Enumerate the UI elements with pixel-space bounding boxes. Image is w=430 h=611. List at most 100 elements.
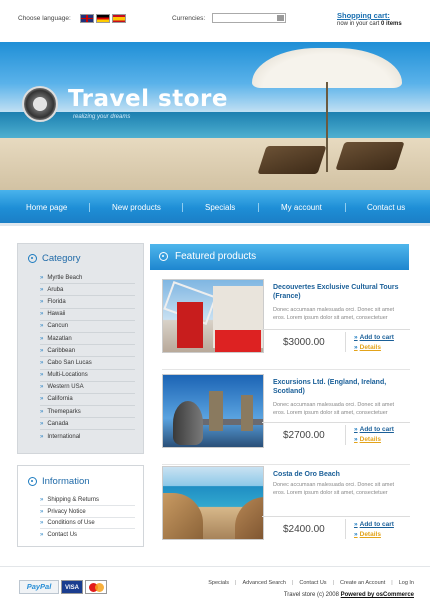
copyright: Travel store (c) 2008 Powered by osComme… <box>283 592 414 598</box>
category-item[interactable]: » Florida <box>40 296 135 309</box>
category-item[interactable]: » Myrtle Beach <box>40 272 135 285</box>
compass-icon <box>22 86 58 122</box>
uk-flag-icon[interactable] <box>80 14 94 23</box>
category-item[interactable]: » California <box>40 394 135 407</box>
information-item[interactable]: » Privacy Notice <box>40 506 135 518</box>
double-arrow-icon: » <box>354 334 358 341</box>
double-arrow-icon: » <box>40 274 44 281</box>
deck-chair-image <box>257 146 327 174</box>
details-link[interactable]: » Details <box>354 531 381 538</box>
paypal-logo: PayPal <box>19 580 59 594</box>
category-item[interactable]: » Mazatlan <box>40 333 135 346</box>
bullet-circle-icon <box>159 252 168 261</box>
product-name[interactable]: Costa de Oro Beach <box>273 470 413 479</box>
site-tagline: realizing your dreams <box>73 114 131 120</box>
information-list: » Shipping & Returns » Privacy Notice » Con… <box>40 495 135 541</box>
category-item[interactable]: » Cancun <box>40 321 135 333</box>
site-logo-title[interactable]: Travel store <box>68 86 228 112</box>
product-price: $3000.00 <box>283 337 325 348</box>
mastercard-logo <box>85 580 107 594</box>
double-arrow-icon: » <box>354 436 358 443</box>
es-flag-icon[interactable] <box>112 14 126 23</box>
category-item[interactable]: » Multi-Locations <box>40 370 135 382</box>
product-price: $2400.00 <box>283 524 325 535</box>
cart-status-prefix: now in your cart <box>337 21 380 27</box>
category-item[interactable]: » Aruba <box>40 284 135 297</box>
product-card: Excursions Ltd. (England, Ireland, Scotl… <box>162 374 410 466</box>
double-arrow-icon: » <box>40 531 44 538</box>
product-description: Donec accumsan malesuada orci. Donec sit… <box>273 482 395 496</box>
category-item[interactable]: » Hawaii <box>40 309 135 321</box>
double-arrow-icon: » <box>40 508 44 515</box>
double-arrow-icon: » <box>40 519 44 526</box>
nav-home-page[interactable]: Home page <box>26 203 67 212</box>
cart-item-count: 0 items <box>381 21 402 27</box>
information-item[interactable]: » Shipping & Returns <box>40 495 135 507</box>
product-image[interactable] <box>162 279 264 353</box>
footer-link-create-account[interactable]: Create an Account <box>340 580 385 586</box>
double-arrow-icon: » <box>354 521 358 528</box>
add-to-cart-link[interactable]: » Add to cart <box>354 334 394 341</box>
category-item[interactable]: » Cabo San Lucas <box>40 357 135 370</box>
powered-by-link[interactable]: Powered by osCommerce <box>341 592 414 598</box>
double-arrow-icon: » <box>40 323 44 330</box>
product-price: $2700.00 <box>283 430 325 441</box>
double-arrow-icon: » <box>354 531 358 538</box>
featured-header: Featured products <box>150 244 409 270</box>
category-item[interactable]: » Themeparks <box>40 406 135 419</box>
category-item[interactable]: » Western USA <box>40 382 135 394</box>
product-description: Donec accumsan malesuada orci. Donec sit… <box>273 307 395 321</box>
double-arrow-icon: » <box>40 497 44 504</box>
double-arrow-icon: » <box>40 396 44 403</box>
nav-new-products[interactable]: New products <box>112 203 161 212</box>
add-to-cart-link[interactable]: » Add to cart <box>354 521 394 528</box>
category-item[interactable]: » International <box>40 430 135 442</box>
bullet-circle-icon <box>28 477 37 486</box>
double-arrow-icon: » <box>40 335 44 342</box>
product-name[interactable]: Decouvertes Exclusive Cultural Tours (Fr… <box>273 283 413 301</box>
double-arrow-icon: » <box>40 420 44 427</box>
nav-specials[interactable]: Specials <box>205 203 235 212</box>
deck-chair-image <box>335 142 405 170</box>
double-arrow-icon: » <box>40 372 44 379</box>
information-item[interactable]: » Contact Us <box>40 529 135 540</box>
double-arrow-icon: » <box>354 344 358 351</box>
category-title: Category <box>42 253 81 264</box>
bullet-circle-icon <box>28 254 37 263</box>
footer-link-log-in[interactable]: Log In <box>399 580 414 586</box>
product-image[interactable] <box>162 466 264 540</box>
double-arrow-icon: » <box>40 347 44 354</box>
details-link[interactable]: » Details <box>354 344 381 351</box>
information-box: Information » Shipping & Returns » Privacy… <box>17 465 144 547</box>
details-link[interactable]: » Details <box>354 436 381 443</box>
double-arrow-icon: » <box>40 408 44 415</box>
footer-link-advanced-search[interactable]: Advanced Search <box>242 580 285 586</box>
main-nav: Home page New products Specials My accou… <box>0 190 430 226</box>
information-item[interactable]: » Conditions of Use <box>40 518 135 530</box>
category-box: Category » Myrtle Beach » Aruba » Florida »… <box>17 243 144 454</box>
currencies-label: Currencies: <box>172 15 206 22</box>
double-arrow-icon: » <box>40 298 44 305</box>
double-arrow-icon: » <box>40 433 44 440</box>
nav-contact-us[interactable]: Contact us <box>367 203 405 212</box>
category-item[interactable]: » Canada <box>40 418 135 431</box>
shopping-cart-link[interactable]: Shopping cart: <box>337 11 390 20</box>
product-name[interactable]: Excursions Ltd. (England, Ireland, Scotl… <box>273 378 413 396</box>
double-arrow-icon: » <box>40 286 44 293</box>
double-arrow-icon: » <box>354 426 358 433</box>
footer-link-specials[interactable]: Specials <box>208 580 229 586</box>
de-flag-icon[interactable] <box>96 14 110 23</box>
featured-title: Featured products <box>175 251 257 262</box>
product-image[interactable] <box>162 374 264 448</box>
chevron-down-icon[interactable] <box>277 15 284 21</box>
footer-link-contact-us[interactable]: Contact Us <box>299 580 326 586</box>
product-card: Costa de Oro Beach Donec accumsan malesu… <box>162 466 410 558</box>
nav-my-account[interactable]: My account <box>281 203 322 212</box>
double-arrow-icon: » <box>40 359 44 366</box>
category-item[interactable]: » Caribbean <box>40 345 135 358</box>
footer-links: Specials | Advanced Search | Contact Us | C… <box>208 580 414 586</box>
payment-logos: PayPal VISA <box>19 580 107 594</box>
currencies-select[interactable] <box>212 13 286 23</box>
double-arrow-icon: » <box>40 384 44 391</box>
add-to-cart-link[interactable]: » Add to cart <box>354 426 394 433</box>
